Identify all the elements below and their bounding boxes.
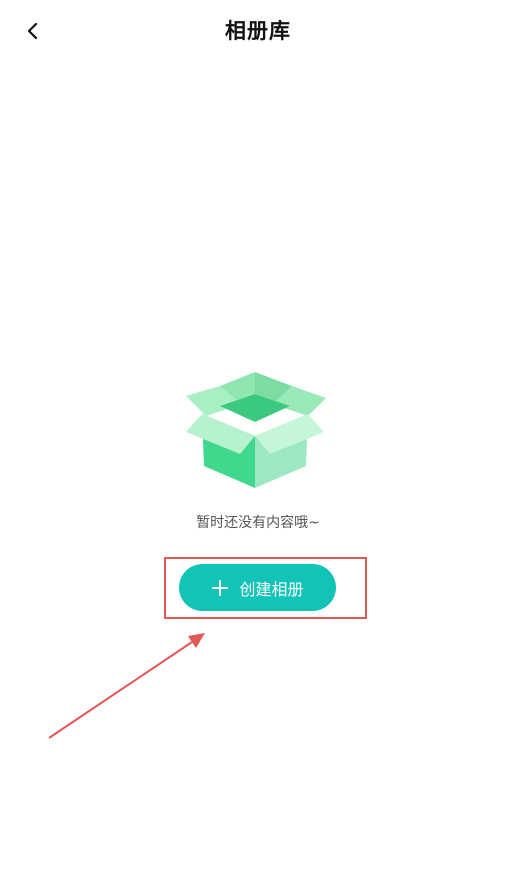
open-box-illustration <box>186 372 326 488</box>
plus-icon <box>212 579 229 596</box>
header-bar: 相册库 <box>0 0 516 64</box>
create-album-label: 创建相册 <box>239 579 304 599</box>
album-library-page: 相册库 暂时还没有内容哦~ 创建相册 <box>0 0 516 896</box>
create-album-button[interactable]: 创建相册 <box>179 564 336 611</box>
empty-state-message: 暂时还没有内容哦~ <box>196 515 320 531</box>
page-title: 相册库 <box>225 19 291 43</box>
